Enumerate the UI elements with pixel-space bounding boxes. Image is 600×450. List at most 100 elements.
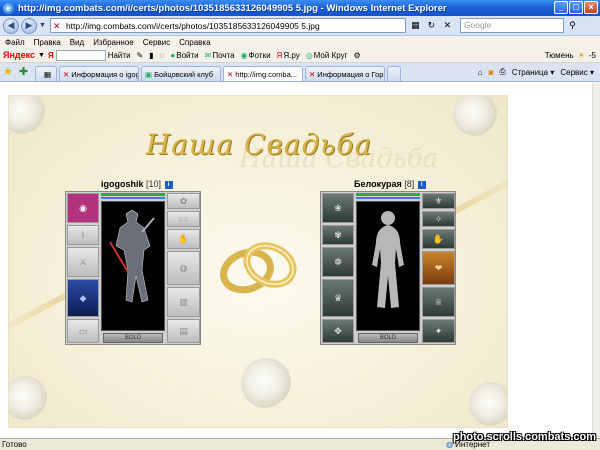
bride-name[interactable]: Белокурая [8] i [354, 179, 426, 189]
yandex-search-input[interactable] [55, 49, 106, 61]
groom-name[interactable]: igogoshik [10] i [101, 179, 173, 189]
maximize-button[interactable]: □ [569, 1, 583, 14]
menu-file[interactable]: Файл [5, 38, 25, 47]
favorites-star-icon[interactable]: ★ [3, 65, 17, 79]
gloves-slot[interactable]: ✋ [167, 229, 200, 249]
bracer-slot[interactable]: ✾ [322, 225, 354, 245]
rose-decoration [9, 376, 47, 420]
menu-edit[interactable]: Правка [34, 38, 61, 47]
yandex-logo[interactable]: Яндекс [3, 50, 35, 60]
groom-mp-bar [101, 197, 165, 199]
yandex-find-button[interactable]: Найти [108, 51, 131, 60]
tab-page-icon: ✕ [63, 69, 70, 79]
groom-portrait[interactable] [101, 201, 165, 331]
tab-gorg[interactable]: ✕ Информация о Горг... [305, 66, 385, 81]
armor-slot[interactable]: ♛ [322, 279, 354, 317]
ring-slot[interactable]: ○○ [167, 211, 200, 227]
rose-decoration [241, 358, 291, 408]
ring-slot[interactable]: ✧ [422, 211, 455, 227]
yandex-dropdown-icon[interactable]: ▼ [38, 52, 45, 59]
menu-favorites[interactable]: Избранное [93, 38, 134, 47]
rose-decoration [469, 382, 507, 426]
close-button[interactable]: × [584, 1, 598, 14]
amulet-slot[interactable]: ✿ [167, 193, 200, 209]
tab-image[interactable]: ✕ http://img.comba... [223, 66, 303, 81]
weather-temp: -5 [588, 50, 596, 60]
boots-slot[interactable]: ✦ [422, 319, 455, 343]
amulet-slot[interactable]: ⚜ [422, 193, 455, 209]
bubble-icon[interactable]: ◌ [160, 51, 165, 60]
boots-slot[interactable]: ▤ [167, 319, 200, 343]
wedding-rings-icon [220, 242, 297, 294]
info-icon[interactable]: i [164, 180, 173, 189]
compat-view-icon[interactable]: ▦ [409, 19, 422, 32]
yandex-photos-button[interactable]: ◉ Фотки [241, 51, 271, 60]
search-icon[interactable]: ⚲ [566, 19, 579, 32]
yandex-yaru-button[interactable]: Я Я.ру [277, 51, 300, 60]
yaru-icon: Я [276, 50, 283, 60]
helmet-slot[interactable]: ❀ [322, 193, 354, 223]
refresh-icon[interactable]: ↻ [425, 19, 438, 32]
menu-help[interactable]: Справка [179, 38, 210, 47]
menu-bar: Файл Правка Вид Избранное Сервис Справка [0, 36, 600, 48]
new-tab-button[interactable] [387, 66, 401, 81]
quick-tabs-button[interactable]: ▦ [35, 66, 57, 81]
legs-slot[interactable]: ♕ [422, 287, 455, 317]
yandex-circle-button[interactable]: ◎ Мой Круг [306, 51, 348, 60]
add-favorites-icon[interactable]: ✚ [19, 65, 33, 79]
back-button[interactable]: ◀ [3, 17, 19, 34]
weather-city[interactable]: Тюмень [545, 51, 574, 60]
address-bar[interactable]: ✕ http://img.combats.com/i/certs/photos/… [49, 18, 406, 33]
page-icon: ✕ [52, 20, 61, 31]
window-title: http://img.combats.com/i/certs/photos/10… [18, 2, 447, 14]
yandex-login-button[interactable]: ● Войти [170, 51, 198, 60]
weather-icon: ☀ [577, 50, 585, 60]
gear-icon[interactable]: ⚙ [354, 51, 361, 60]
menu-view[interactable]: Вид [70, 38, 84, 47]
stop-icon[interactable]: ✕ [441, 19, 454, 32]
address-url: http://img.combats.com/i/certs/photos/10… [65, 20, 320, 31]
home-icon[interactable]: ⌂ [478, 68, 483, 77]
forward-button[interactable]: ▶ [21, 17, 37, 34]
feeds-icon[interactable]: ◙ [489, 68, 494, 77]
scrollbar[interactable] [592, 83, 600, 438]
tab-igogo[interactable]: ✕Информация о igogo... [59, 66, 139, 81]
groom-level: [10] [146, 179, 162, 189]
gloves-slot[interactable]: ✋ [422, 229, 455, 249]
pen-icon[interactable]: ✎ [137, 51, 144, 60]
armor-slot[interactable]: ◆ [67, 279, 99, 317]
mail-icon: ✉ [204, 50, 212, 60]
tab-page-icon: ▣ [145, 69, 153, 79]
bracer-slot[interactable]: ⌇ [67, 225, 99, 245]
ie-logo-icon: e [3, 2, 14, 14]
info-icon[interactable]: i [417, 180, 426, 189]
groom-panel: ◉ ⌇ ⚔ ◆ ▭ BOLD ✿ ○○ ✋ ◍ ▥ ▤ [65, 191, 201, 345]
bride-mp-bar [356, 197, 420, 199]
tab-bar: ★ ✚ ▦ ✕Информация о igogo... ▣Бойцовский… [0, 63, 600, 82]
page-title: Наша Свадьба [145, 128, 373, 161]
address-row: ◀ ▶ ▼ ✕ http://img.combats.com/i/certs/p… [0, 16, 600, 36]
bars-icon[interactable]: ▮ [149, 51, 153, 60]
menu-tools[interactable]: Сервис [143, 38, 170, 47]
service-menu[interactable]: Сервис ▾ [560, 68, 594, 77]
weapon-slot[interactable]: ❁ [322, 247, 354, 277]
print-icon[interactable]: ⎙ [499, 67, 505, 77]
bride-portrait[interactable] [356, 201, 420, 331]
belt-slot[interactable]: ▭ [67, 319, 99, 343]
history-dropdown-icon[interactable]: ▼ [39, 22, 46, 29]
yandex-mail-button[interactable]: ✉ Почта [205, 51, 235, 60]
armored-warrior-icon [109, 209, 155, 303]
minimize-button[interactable]: _ [554, 1, 568, 14]
weapon-slot[interactable]: ⚔ [67, 247, 99, 277]
shield-slot[interactable]: ❤ [422, 251, 455, 285]
bride-level: [8] [404, 179, 415, 189]
shield-slot[interactable]: ◍ [167, 251, 200, 285]
helmet-slot[interactable]: ◉ [67, 193, 99, 223]
search-input[interactable]: Google [459, 18, 564, 33]
belt-slot[interactable]: ✥ [322, 319, 354, 343]
yandex-toolbar: Яндекс ▼ Я Найти ✎ ▮ ◌ ● Войти ✉ Почта ◉ Фо… [0, 48, 600, 63]
tab-combats[interactable]: ▣ Бойцовский клуб [141, 66, 221, 81]
legs-slot[interactable]: ▥ [167, 287, 200, 317]
page-menu[interactable]: Страница ▾ [512, 68, 555, 77]
yandex-letter[interactable]: Я [48, 51, 54, 60]
